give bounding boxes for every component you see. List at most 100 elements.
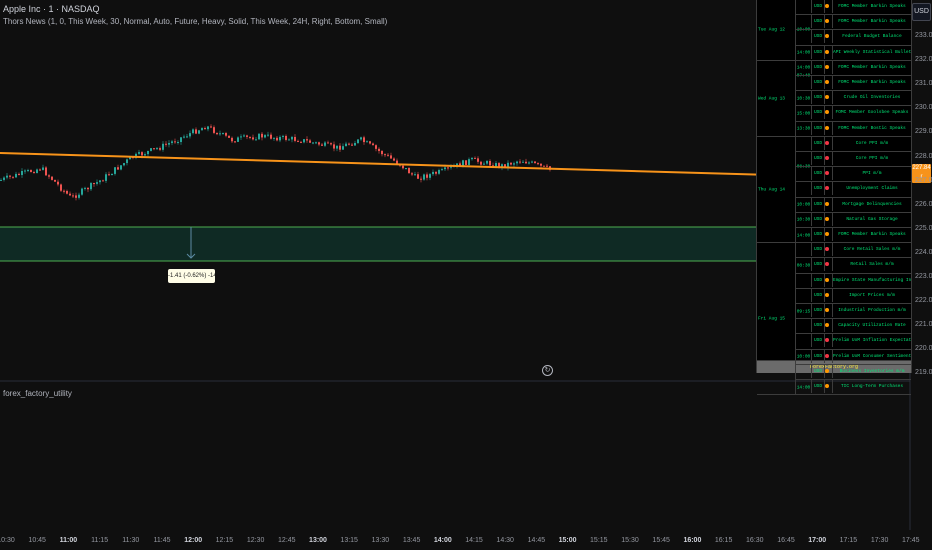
- candle-body: [252, 137, 254, 140]
- news-event-row[interactable]: USD Core Retail Sales m/m: [796, 243, 911, 259]
- news-event-row[interactable]: USD FOMC Member Barkin Speaks: [796, 228, 911, 244]
- news-event-row[interactable]: USD Import Prices m/m: [796, 288, 911, 304]
- candlestick-series[interactable]: [0, 124, 551, 201]
- news-event-row[interactable]: USD Retail Sales m/m: [796, 258, 911, 274]
- candle-body: [153, 148, 155, 150]
- impact-dot-icon: [825, 64, 829, 69]
- news-event-row[interactable]: USD FOMC Member Barkin Speaks: [796, 15, 911, 31]
- news-event-row[interactable]: USD FOMC Member Barkin Speaks: [796, 60, 911, 76]
- candle-body: [477, 158, 479, 162]
- news-event-row[interactable]: USD Core PPI m/m: [796, 152, 911, 168]
- candle-body: [393, 158, 395, 161]
- indicator-legend[interactable]: Thors News (1, 0, This Week, 30, Normal,…: [3, 17, 387, 26]
- candle-body: [87, 187, 89, 190]
- news-currency: USD: [811, 136, 825, 150]
- impact-dot-icon: [825, 338, 829, 343]
- news-event-title: Industrial Production m/m: [832, 304, 911, 317]
- news-event-row[interactable]: USD Prelim UoM Consumer Sentiment: [796, 349, 911, 365]
- impact-dot-icon: [825, 49, 829, 54]
- candle-body: [228, 135, 230, 138]
- candle-body: [63, 190, 65, 192]
- candle-body: [186, 136, 188, 138]
- candle-body: [471, 157, 473, 160]
- price-tick-label: 222.00: [915, 297, 932, 305]
- news-event-title: Unemployment Claims: [832, 182, 911, 196]
- candle-body: [36, 169, 38, 174]
- candle-body: [171, 141, 173, 144]
- candle-body: [414, 174, 416, 176]
- candle-body: [18, 173, 20, 175]
- news-event-row[interactable]: USD Prelim UoM Inflation Expectations: [796, 334, 911, 350]
- news-event-row[interactable]: USD FOMC Member Bostic Speaks: [796, 121, 911, 137]
- news-currency: USD: [811, 273, 825, 287]
- candle-body: [114, 167, 116, 174]
- impact-dot-icon: [825, 19, 829, 24]
- impact-dot-icon: [825, 247, 829, 252]
- news-event-row[interactable]: USD Industrial Production m/m: [796, 304, 911, 320]
- measure-label: -1.41 (-0.62%) -141: [168, 269, 215, 283]
- news-event-title: FOMC Member Barkin Speaks: [832, 76, 911, 89]
- news-event-row[interactable]: USD FOMC Member Barkin Speaks: [796, 0, 911, 16]
- candle-body: [276, 137, 278, 141]
- candle-body: [420, 178, 422, 180]
- candle-body: [279, 136, 281, 141]
- news-day-label: Fri Aug 15: [758, 316, 786, 322]
- candle-body: [342, 146, 344, 150]
- candle-body: [405, 168, 407, 170]
- news-event-row[interactable]: USD Unemployment Claims: [796, 182, 911, 198]
- candle-body: [510, 162, 512, 165]
- candle-body: [21, 171, 23, 175]
- candle-body: [354, 143, 356, 146]
- news-event-title: PPI m/m: [832, 167, 911, 181]
- symbol-legend[interactable]: Apple Inc · 1 · NASDAQ: [3, 4, 100, 14]
- news-event-row[interactable]: USD Empire State Manufacturing Index: [796, 273, 911, 289]
- time-tick-label: 13:45: [402, 537, 421, 544]
- candle-body: [84, 187, 86, 189]
- candle-body: [201, 128, 203, 131]
- candle-body: [174, 141, 176, 143]
- news-event-title: Core Retail Sales m/m: [832, 243, 911, 257]
- news-event-row[interactable]: USD Core PPI m/m: [796, 136, 911, 152]
- news-event-row[interactable]: USD Federal Budget Balance: [796, 30, 911, 46]
- candle-body: [150, 148, 152, 151]
- candle-body: [336, 145, 338, 149]
- news-event-row[interactable]: USD Natural Gas Storage: [796, 212, 911, 228]
- candle-body: [270, 134, 272, 139]
- candle-body: [486, 160, 488, 164]
- news-event-title: Natural Gas Storage: [832, 212, 911, 226]
- news-day-label: Thu Aug 14: [758, 187, 786, 193]
- news-event-row[interactable]: USD PPI m/m: [796, 167, 911, 183]
- news-event-row[interactable]: USD API Weekly Statistical Bulletin: [796, 45, 911, 61]
- candle-body: [0, 179, 2, 181]
- impact-dot-icon: [825, 262, 829, 267]
- candle-body: [480, 161, 482, 165]
- candle-body: [312, 142, 314, 144]
- news-event-title: Core PPI m/m: [832, 152, 911, 165]
- time-tick-label: 13:00: [309, 537, 327, 544]
- news-event-row[interactable]: USD Capacity Utilization Rate: [796, 319, 911, 335]
- candle-body: [9, 175, 11, 177]
- candle-body: [408, 168, 410, 174]
- candle-body: [78, 194, 80, 198]
- second-pane-title[interactable]: forex_factory_utility: [3, 389, 72, 398]
- news-event-row[interactable]: USD FOMC Member Goolsbee Speaks: [796, 106, 911, 122]
- news-event-row[interactable]: USD Mortgage Delinquencies: [796, 197, 911, 213]
- candle-body: [198, 130, 200, 134]
- candle-body: [351, 144, 353, 146]
- news-event-row[interactable]: USD Business Inventories m/m: [796, 364, 911, 380]
- candle-body: [33, 172, 35, 174]
- replay-icon[interactable]: ↻: [542, 365, 553, 376]
- news-event-row[interactable]: USD Crude Oil Inventories: [796, 91, 911, 107]
- currency-button[interactable]: USD: [912, 3, 931, 21]
- candle-body: [207, 126, 209, 130]
- candle-body: [243, 135, 245, 137]
- time-tick-label: 10:30: [0, 537, 15, 544]
- news-event-row[interactable]: USD TIC Long-Term Purchases: [796, 380, 911, 396]
- news-day-label: Tue Aug 12: [758, 27, 786, 33]
- news-event-row[interactable]: USD FOMC Member Barkin Speaks: [796, 76, 911, 92]
- candle-body: [537, 163, 539, 165]
- candle-body: [51, 176, 53, 180]
- candle-body: [306, 139, 308, 141]
- price-tick-label: 230.00: [915, 104, 932, 112]
- price-tick-label: 227.00: [915, 176, 932, 184]
